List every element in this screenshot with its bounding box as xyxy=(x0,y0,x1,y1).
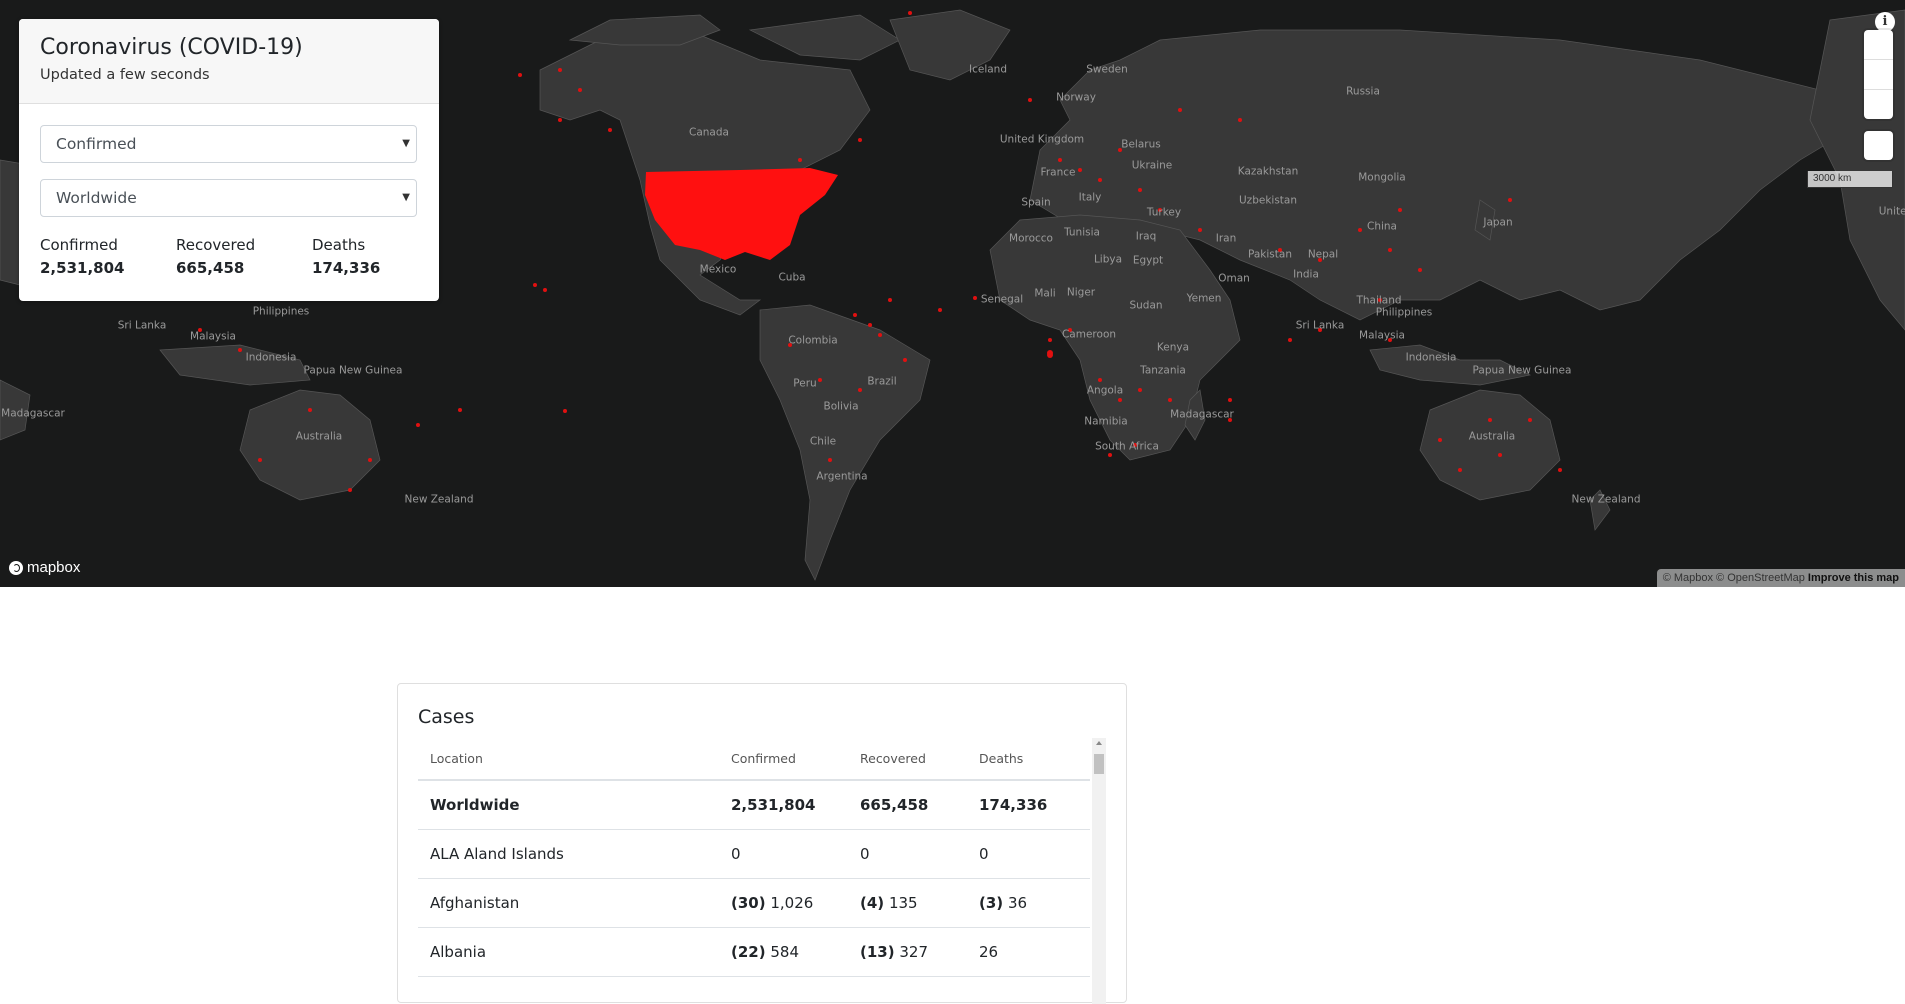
zoom-in-button[interactable] xyxy=(1864,30,1893,60)
column-header-location[interactable]: Location xyxy=(418,738,731,781)
improve-map-link[interactable]: Improve this map xyxy=(1808,572,1899,584)
cases-card: Cases Location Confirmed Recovered Death… xyxy=(397,683,1127,1004)
cell-value: 0 xyxy=(731,844,741,863)
chevron-down-icon: ▼ xyxy=(402,192,410,203)
cell-location: ALA Aland Islands xyxy=(418,829,731,879)
updated-text: Updated a few seconds xyxy=(40,67,210,83)
zoom-out-button[interactable] xyxy=(1864,60,1893,90)
stat-value: 174,336 xyxy=(312,259,381,277)
summary-card: Coronavirus (COVID-19) Updated a few sec… xyxy=(19,19,439,301)
cases-title: Cases xyxy=(418,706,475,728)
cell-value: Afghanistan xyxy=(430,893,520,912)
fullscreen-button[interactable] xyxy=(1864,131,1893,160)
delta-value: (3) xyxy=(979,893,1004,912)
cell-value: 0 xyxy=(860,844,870,863)
cell-value: 327 xyxy=(899,942,929,961)
cell-value: 665,458 xyxy=(860,795,929,814)
delta-value: (30) xyxy=(731,893,766,912)
stat-value: 665,458 xyxy=(176,259,245,277)
cell-deaths: (3) 36 xyxy=(979,878,1090,928)
cell-location: Albania xyxy=(418,927,731,977)
cell-deaths: 0 xyxy=(979,829,1090,879)
page-title: Coronavirus (COVID-19) xyxy=(40,35,303,60)
cell-value: 584 xyxy=(770,942,800,961)
stat-label: Recovered xyxy=(176,236,256,254)
cell-value: Albania xyxy=(430,942,487,961)
column-header-confirmed[interactable]: Confirmed xyxy=(731,738,860,781)
mapbox-logo-icon xyxy=(9,560,23,575)
table-row[interactable]: ALA Aland Islands 0 0 0 xyxy=(418,829,1090,879)
cell-recovered: 0 xyxy=(860,829,979,879)
stat-value: 2,531,804 xyxy=(40,259,125,277)
region-select-value: Worldwide xyxy=(56,189,137,207)
delta-value: (13) xyxy=(860,942,895,961)
metric-select-value: Confirmed xyxy=(56,135,137,153)
summary-stats: Confirmed 2,531,804 Recovered 665,458 De… xyxy=(40,236,439,277)
table-scrollbar[interactable] xyxy=(1092,738,1106,1004)
cell-value: Worldwide xyxy=(430,795,520,814)
column-header-recovered[interactable]: Recovered xyxy=(860,738,979,781)
table-header-row: Location Confirmed Recovered Deaths xyxy=(418,738,1090,781)
scroll-up-icon[interactable] xyxy=(1096,741,1102,745)
cell-value: 174,336 xyxy=(979,795,1048,814)
cell-confirmed: (30) 1,026 xyxy=(731,878,860,928)
delta-value: (4) xyxy=(860,893,885,912)
cell-location: Afghanistan xyxy=(418,878,731,928)
mapbox-logo-text: mapbox xyxy=(27,559,81,576)
column-header-deaths[interactable]: Deaths xyxy=(979,738,1090,781)
cell-recovered: 665,458 xyxy=(860,780,979,830)
info-icon[interactable]: i xyxy=(1875,12,1895,32)
attribution-text[interactable]: © Mapbox © OpenStreetMap xyxy=(1663,572,1805,584)
cell-value: 135 xyxy=(888,893,918,912)
delta-value: (22) xyxy=(731,942,766,961)
cell-value: 2,531,804 xyxy=(731,795,816,814)
cell-deaths: 174,336 xyxy=(979,780,1090,830)
stat-label: Confirmed xyxy=(40,236,118,254)
compass-button[interactable] xyxy=(1864,90,1893,119)
cell-value: 0 xyxy=(979,844,989,863)
chevron-down-icon: ▼ xyxy=(402,138,410,149)
scrollbar-thumb[interactable] xyxy=(1094,754,1104,774)
cases-table: Location Confirmed Recovered Deaths Worl… xyxy=(418,738,1090,977)
table-row[interactable]: Worldwide 2,531,804 665,458 174,336 xyxy=(418,780,1090,830)
cell-value: ALA Aland Islands xyxy=(430,844,564,863)
cell-value: 36 xyxy=(1007,893,1028,912)
cases-table-body: Worldwide 2,531,804 665,458 174,336 ALA Alan… xyxy=(418,780,1090,977)
cell-value: 26 xyxy=(979,942,999,961)
table-row[interactable]: Albania (22) 584 (13) 327 26 xyxy=(418,927,1090,977)
map-attribution: © Mapbox © OpenStreetMap Improve this ma… xyxy=(1656,569,1905,587)
stat-label: Deaths xyxy=(312,236,366,254)
scale-bar: 3000 km xyxy=(1807,171,1893,188)
stat-confirmed: Confirmed 2,531,804 xyxy=(40,236,176,277)
cell-location: Worldwide xyxy=(418,780,731,830)
zoom-controls xyxy=(1864,30,1893,119)
cell-value: 1,026 xyxy=(770,893,814,912)
stat-deaths: Deaths 174,336 xyxy=(312,236,439,277)
cell-confirmed: 2,531,804 xyxy=(731,780,860,830)
cell-deaths: 26 xyxy=(979,927,1090,977)
mapbox-logo[interactable]: mapbox xyxy=(9,559,80,576)
summary-header: Coronavirus (COVID-19) Updated a few sec… xyxy=(19,19,439,104)
cell-recovered: (13) 327 xyxy=(860,927,979,977)
cell-confirmed: 0 xyxy=(731,829,860,879)
cases-table-wrap[interactable]: Location Confirmed Recovered Deaths Worl… xyxy=(418,738,1090,977)
table-row[interactable]: Afghanistan (30) 1,026 (4) 135 (3) 36 xyxy=(418,878,1090,928)
fullscreen-control xyxy=(1864,131,1893,160)
stat-recovered: Recovered 665,458 xyxy=(176,236,312,277)
region-select[interactable]: Worldwide ▼ xyxy=(40,179,417,217)
metric-select[interactable]: Confirmed ▼ xyxy=(40,125,417,163)
cell-recovered: (4) 135 xyxy=(860,878,979,928)
cell-confirmed: (22) 584 xyxy=(731,927,860,977)
